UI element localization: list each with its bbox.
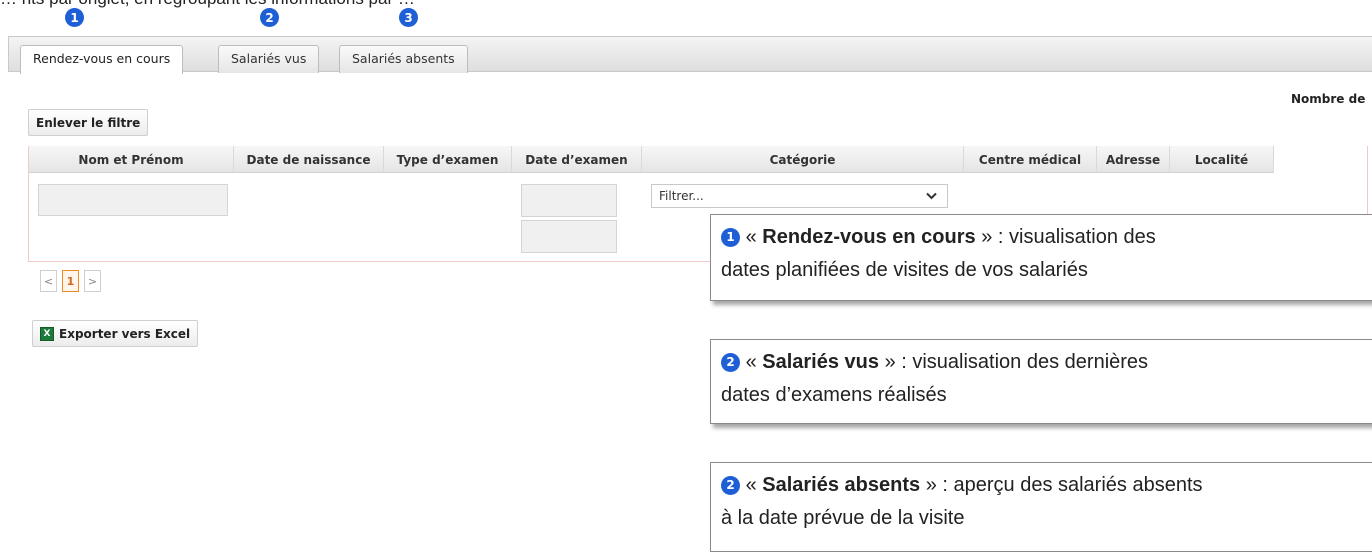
intro-text: … nts par onglet, en regroupant les info…	[0, 0, 415, 9]
callout-salaries-absents: 2 « Salariés absents » : aperçu des sala…	[710, 462, 1372, 552]
pager-prev-button[interactable]: <	[40, 270, 57, 292]
column-header-date-examen[interactable]: Date d’examen	[512, 146, 642, 173]
count-label: Nombre de	[1291, 92, 1366, 106]
column-header-localite[interactable]: Localité	[1170, 146, 1274, 173]
tab-salaries-absents[interactable]: Salariés absents	[339, 45, 468, 73]
marker-1: 1	[65, 8, 84, 27]
pager-next-button[interactable]: >	[84, 270, 101, 292]
tab-salaries-vus[interactable]: Salariés vus	[218, 45, 320, 73]
export-excel-label: Exporter vers Excel	[59, 326, 191, 341]
exam-date-to-filter[interactable]	[521, 220, 617, 253]
pager-page-1[interactable]: 1	[62, 270, 79, 292]
callout-text-line2: dates d’examens réalisés	[721, 384, 947, 406]
callout-text-line2: dates planifiées de visites de vos salar…	[721, 259, 1088, 281]
category-filter-select[interactable]: Filtrer...	[651, 184, 948, 208]
marker-3: 3	[399, 8, 418, 27]
callout-title: Salariés vus	[762, 351, 879, 373]
callout-title: Rendez-vous en cours	[762, 226, 976, 248]
quote-close: »	[884, 351, 896, 373]
remove-filter-label: Enlever le filtre	[36, 115, 141, 130]
quote-close: »	[925, 474, 937, 496]
quote-open: «	[745, 474, 757, 496]
quote-open: «	[745, 226, 757, 248]
callout-salaries-vus: 2 « Salariés vus » : visualisation des d…	[710, 339, 1372, 424]
grid-header: Nom et Prénom Date de naissance Type d’e…	[29, 146, 1274, 173]
name-filter-input[interactable]	[38, 184, 228, 216]
marker-2: 2	[260, 8, 279, 27]
callout-text-line1: : visualisation des	[992, 226, 1156, 248]
quote-open: «	[745, 351, 757, 373]
callout-text-line2: à la date prévue de la visite	[721, 507, 965, 529]
tab-bar: Rendez-vous en cours Salariés vus Salari…	[8, 36, 1372, 74]
excel-icon: X	[40, 326, 54, 341]
tab-rendez-vous-en-cours[interactable]: Rendez-vous en cours	[20, 45, 184, 74]
callout-title: Salariés absents	[762, 474, 921, 496]
quote-close: »	[981, 226, 993, 248]
column-header-nom[interactable]: Nom et Prénom	[29, 146, 234, 173]
callout-number: 2	[721, 476, 740, 495]
callout-text-line1: : aperçu des salariés absents	[936, 474, 1203, 496]
column-header-centre-medical[interactable]: Centre médical	[964, 146, 1097, 173]
chevron-down-icon	[926, 192, 937, 200]
column-header-date-naissance[interactable]: Date de naissance	[234, 146, 384, 173]
category-filter-value: Filtrer...	[659, 189, 704, 203]
callout-rendez-vous: 1 « Rendez-vous en cours » : visualisati…	[710, 214, 1372, 301]
callout-number: 1	[721, 228, 740, 247]
remove-filter-button[interactable]: Enlever le filtre	[28, 109, 149, 136]
export-excel-button[interactable]: X Exporter vers Excel	[32, 320, 199, 347]
callout-number: 2	[721, 353, 740, 372]
exam-date-from-filter[interactable]	[521, 184, 617, 217]
column-header-adresse[interactable]: Adresse	[1097, 146, 1170, 173]
column-header-categorie[interactable]: Catégorie	[642, 146, 964, 173]
callout-text-line1: : visualisation des dernières	[895, 351, 1149, 373]
column-header-type-examen[interactable]: Type d’examen	[384, 146, 512, 173]
